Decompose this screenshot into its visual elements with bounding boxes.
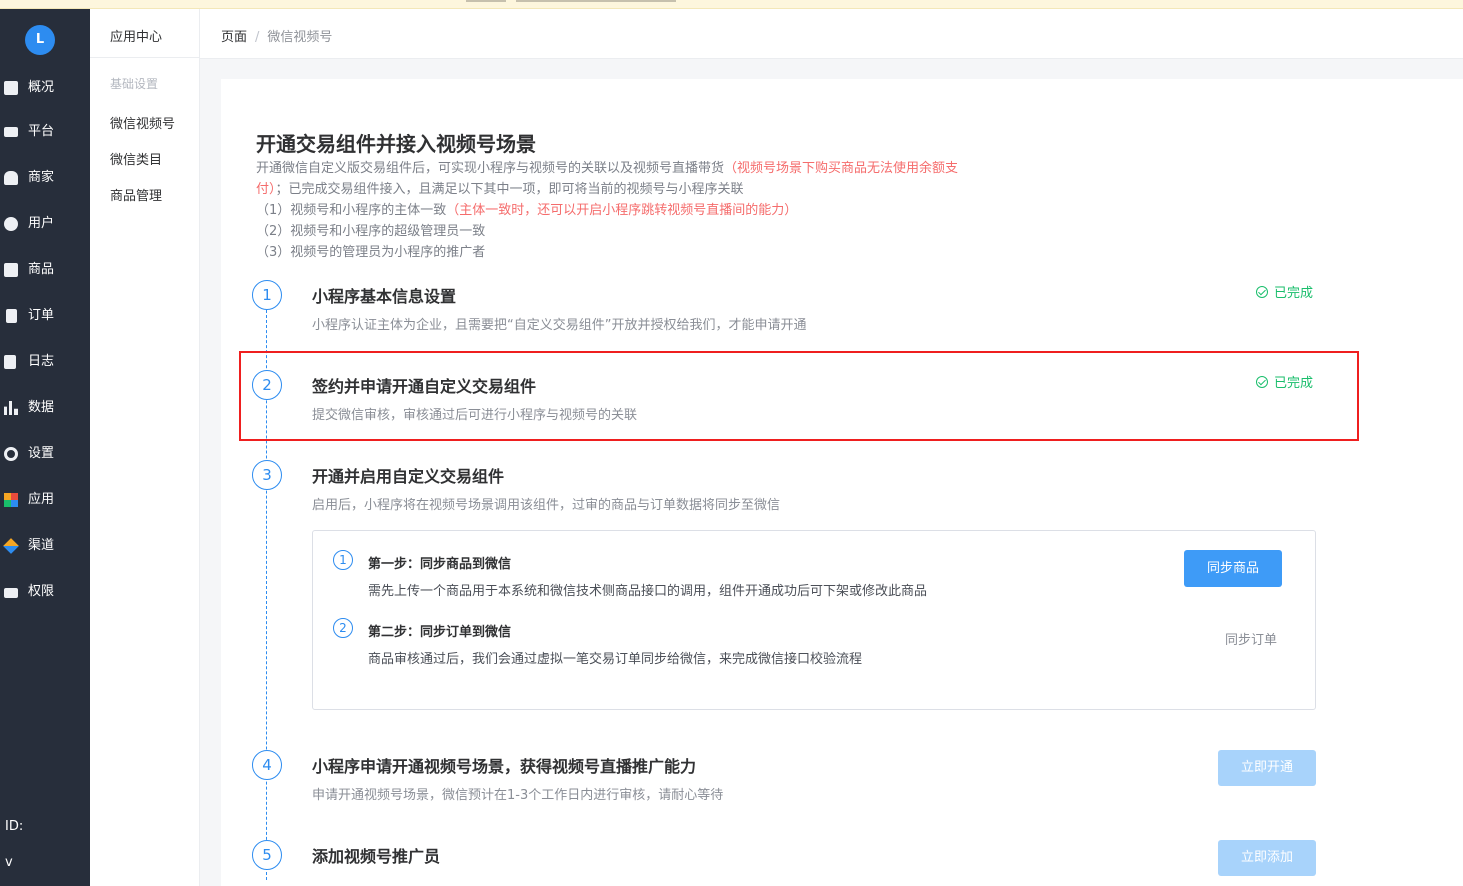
top-banner-strip: [0, 0, 1463, 9]
substep-description: 商品审核通过后，我们会通过虚拟一笔交易订单同步给微信，来完成微信接口校验流程: [368, 652, 863, 667]
step-number: 2: [252, 370, 282, 400]
subnav-item-product-management[interactable]: 商品管理: [110, 185, 162, 204]
description-text: 开通微信自定义版交易组件后，可实现小程序与视频号的关联以及视频号直播带货: [256, 161, 725, 176]
check-circle-icon: [1256, 286, 1268, 298]
breadcrumb-separator: /: [255, 30, 260, 45]
step-status-badge: 已完成: [1256, 282, 1313, 301]
nav-item-overview[interactable]: 概况: [0, 76, 90, 100]
nav-item-data[interactable]: 数据: [0, 396, 90, 420]
status-text: 已完成: [1274, 376, 1314, 391]
channel-icon: [3, 538, 19, 554]
banner-fragment: [466, 0, 506, 2]
condition-note: （主体一致时，还可以开启小程序跳转视频号直播间的能力）: [446, 203, 798, 218]
step-description: 申请开通视频号场景，微信预计在1-3个工作日内进行审核，请耐心等待: [312, 788, 724, 803]
log-icon: [4, 355, 16, 369]
step-description: 小程序认证主体为企业，且需要把“自定义交易组件”开放并授权给我们，才能申请开通: [312, 318, 807, 333]
chart-icon: [4, 401, 18, 415]
logo-icon[interactable]: L: [25, 25, 55, 55]
nav-item-user[interactable]: 用户: [0, 212, 90, 236]
step-number: 4: [252, 750, 282, 780]
substep-title: 第一步：同步商品到微信: [368, 557, 512, 572]
subnav-item-wechat-channels[interactable]: 微信视频号: [110, 113, 175, 132]
order-icon: [6, 309, 17, 323]
condition-text: （1）视频号和小程序的主体一致: [256, 203, 447, 218]
nav-item-channel[interactable]: 渠道: [0, 534, 90, 558]
step-description: 启用后，小程序将在视频号场景调用该组件，过审的商品与订单数据将同步至微信: [312, 498, 781, 513]
banner-fragment: [516, 0, 676, 2]
subnav-group-label: 基础设置: [110, 77, 159, 91]
breadcrumb-bar: 页面 / 微信视频号: [200, 9, 1463, 59]
description-warning: （视频号场景下购买商品无法使用余额支: [724, 161, 959, 176]
page-title: 开通交易组件并接入视频号场景: [256, 132, 536, 156]
footer-id: ID:: [5, 819, 24, 834]
product-icon: [4, 263, 18, 277]
page-description-line2: 付）；已完成交易组件接入，且满足以下其中一项，即可将当前的视频号与小程序关联: [256, 178, 744, 197]
nav-item-log[interactable]: 日志: [0, 350, 90, 374]
nav-item-product[interactable]: 商品: [0, 258, 90, 282]
condition-2: （2）视频号和小程序的超级管理员一致: [256, 224, 486, 239]
substep-title: 第二步：同步订单到微信: [368, 625, 512, 640]
nav-item-permission[interactable]: 权限: [0, 580, 90, 604]
lock-icon: [4, 588, 18, 598]
check-circle-icon: [1256, 376, 1268, 388]
apps-icon: [4, 493, 18, 507]
dashboard-icon: [4, 81, 18, 95]
substep-number: 1: [333, 550, 353, 570]
user-icon: [4, 217, 18, 231]
nav-item-apps[interactable]: 应用: [0, 488, 90, 512]
condition-1: （1）视频号和小程序的主体一致（主体一致时，还可以开启小程序跳转视频号直播间的能…: [256, 199, 797, 218]
description-text: ；已完成交易组件接入，且满足以下其中一项，即可将当前的视频号与小程序关联: [275, 182, 744, 197]
step-title: 小程序基本信息设置: [312, 287, 457, 306]
status-text: 已完成: [1274, 286, 1314, 301]
step-number: 3: [252, 460, 282, 490]
step-number: 5: [252, 840, 282, 870]
activate-now-button[interactable]: 立即开通: [1218, 750, 1316, 786]
footer-version: v: [5, 855, 13, 870]
step-title: 添加视频号推广员: [312, 847, 441, 866]
nav-item-settings[interactable]: 设置: [0, 442, 90, 466]
condition-3: （3）视频号的管理员为小程序的推广者: [256, 245, 486, 260]
step-status-badge: 已完成: [1256, 372, 1313, 391]
step-description: 提交微信审核，审核通过后可进行小程序与视频号的关联: [312, 408, 638, 423]
breadcrumb: 页面 / 微信视频号: [221, 26, 332, 45]
breadcrumb-root[interactable]: 页面: [221, 30, 247, 45]
breadcrumb-current: 微信视频号: [267, 30, 333, 45]
step-title: 小程序申请开通视频号场景，获得视频号直播推广能力: [312, 757, 697, 776]
page-description-line1: 开通微信自定义版交易组件后，可实现小程序与视频号的关联以及视频号直播带货（视频号…: [256, 157, 958, 176]
step-title: 签约并申请开通自定义交易组件: [312, 377, 537, 396]
substep-number: 2: [333, 618, 353, 638]
store-icon: [4, 171, 18, 185]
step-number: 1: [252, 280, 282, 310]
subnav-title: 应用中心: [110, 30, 163, 45]
sync-order-button[interactable]: 同步订单: [1225, 629, 1277, 648]
secondary-sidebar: 应用中心 基础设置 微信视频号 微信类目 商品管理: [90, 9, 200, 886]
nav-item-platform[interactable]: 平台: [0, 120, 90, 144]
nav-item-order[interactable]: 订单: [0, 304, 90, 328]
description-warning: 付）: [256, 182, 276, 197]
divider: [90, 57, 200, 58]
nav-item-merchant[interactable]: 商家: [0, 166, 90, 190]
monitor-icon: [4, 127, 18, 137]
subnav-item-wechat-category[interactable]: 微信类目: [110, 149, 162, 168]
sync-product-button[interactable]: 同步商品: [1184, 550, 1282, 587]
gear-icon: [4, 447, 18, 461]
substep-description: 需先上传一个商品用于本系统和微信技术侧商品接口的调用，组件开通成功后可下架或修改…: [368, 584, 928, 599]
step-title: 开通并启用自定义交易组件: [312, 467, 505, 486]
add-now-button[interactable]: 立即添加: [1218, 840, 1316, 876]
main-sidebar: L 概况 平台 商家 用户 商品 订单 日志 数据 设置 应用 渠道 权限 ID…: [0, 9, 90, 886]
